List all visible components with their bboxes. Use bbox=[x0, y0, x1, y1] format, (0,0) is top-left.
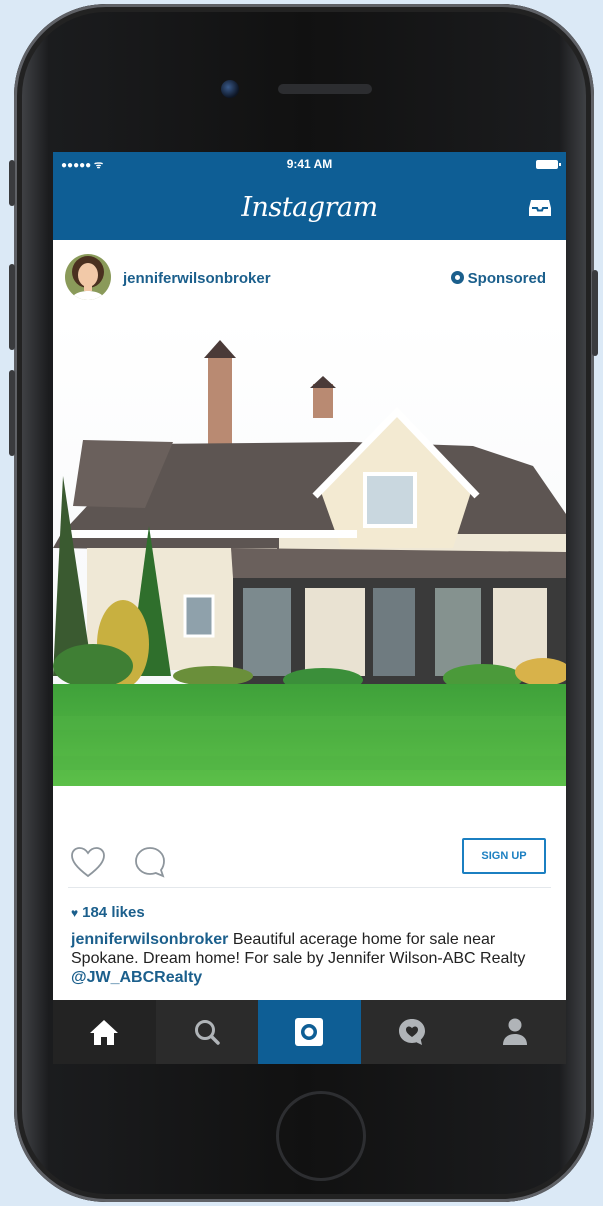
small-heart-icon: ♥ bbox=[71, 906, 79, 920]
home-button[interactable] bbox=[276, 1091, 366, 1181]
likes-count[interactable]: ♥ 184 likes bbox=[71, 904, 145, 921]
sponsored-icon bbox=[450, 271, 464, 284]
tab-bar bbox=[53, 1000, 566, 1064]
sponsored-text: Sponsored bbox=[467, 270, 546, 287]
sign-up-button[interactable]: SIGN UP bbox=[462, 838, 546, 874]
volume-up-button bbox=[9, 264, 15, 350]
caption-mention[interactable]: @JW_ABCRealty bbox=[71, 969, 202, 986]
tab-search[interactable] bbox=[156, 1000, 259, 1064]
post-caption: jenniferwilsonbroker Beautiful acerage h… bbox=[71, 930, 541, 987]
mute-switch bbox=[9, 160, 15, 206]
activity-icon bbox=[399, 1019, 426, 1045]
tab-activity[interactable] bbox=[361, 1000, 464, 1064]
divider bbox=[68, 887, 551, 888]
app-logo: Instagram bbox=[241, 192, 378, 223]
power-button bbox=[592, 270, 598, 356]
post-actions: SIGN UP bbox=[53, 794, 566, 894]
status-bar: ●●●●● ᯤ 9:41 AM bbox=[53, 152, 566, 176]
post-photo[interactable] bbox=[53, 316, 566, 794]
front-camera bbox=[221, 80, 239, 98]
status-time: 9:41 AM bbox=[286, 157, 333, 171]
tab-profile[interactable] bbox=[463, 1000, 566, 1064]
profile-icon bbox=[502, 1018, 527, 1045]
likes-text: 184 likes bbox=[82, 904, 145, 921]
tab-home[interactable] bbox=[53, 1000, 156, 1064]
search-icon bbox=[194, 1020, 220, 1045]
volume-down-button bbox=[9, 370, 15, 456]
comment-icon[interactable] bbox=[133, 845, 167, 879]
inbox-tray-icon[interactable] bbox=[528, 198, 552, 218]
camera-icon bbox=[295, 1018, 324, 1046]
avatar[interactable] bbox=[65, 254, 111, 300]
heart-icon[interactable] bbox=[70, 846, 106, 878]
sponsored-label: Sponsored bbox=[450, 270, 546, 287]
battery-icon bbox=[536, 160, 561, 169]
post-header: jenniferwilsonbroker Sponsored bbox=[53, 240, 566, 316]
phone-screen: ●●●●● ᯤ 9:41 AM Instagram jenniferwilson… bbox=[53, 152, 566, 1064]
tab-camera[interactable] bbox=[258, 1000, 361, 1064]
post-username[interactable]: jenniferwilsonbroker bbox=[123, 270, 271, 287]
home-icon bbox=[90, 1020, 119, 1045]
app-header: Instagram bbox=[53, 176, 566, 240]
earpiece-speaker bbox=[278, 84, 372, 94]
caption-username[interactable]: jenniferwilsonbroker bbox=[71, 931, 228, 948]
